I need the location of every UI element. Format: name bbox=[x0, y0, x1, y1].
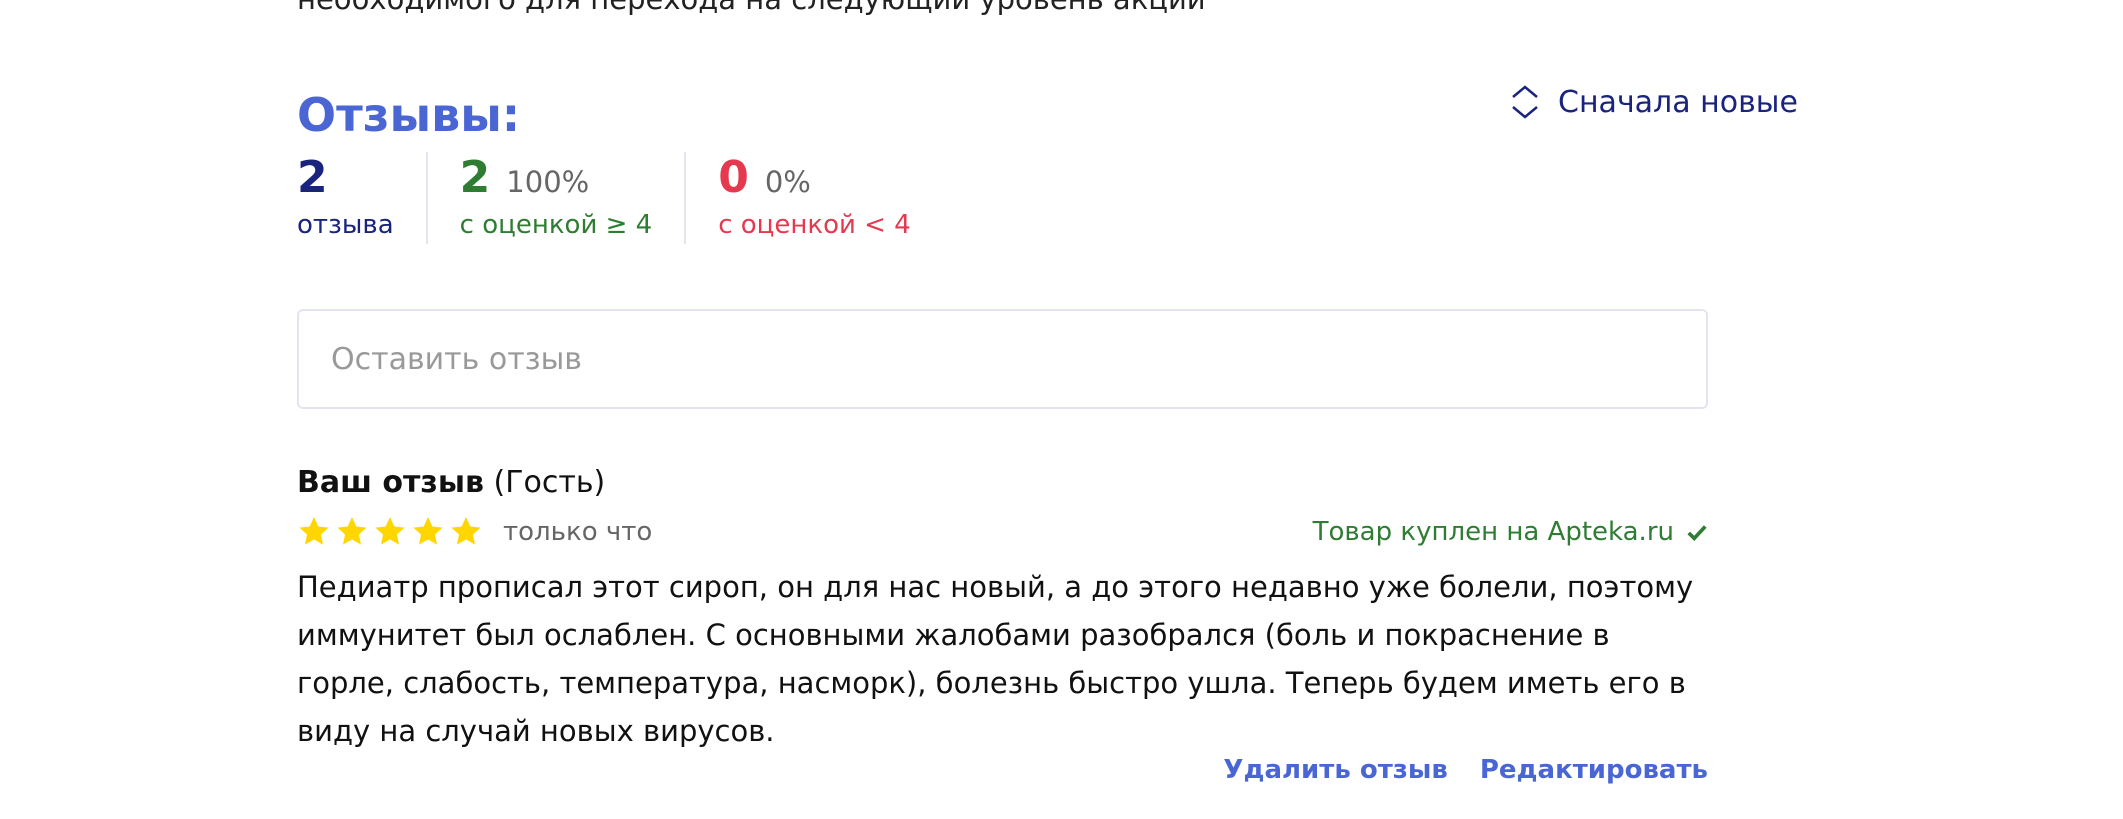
stat-total-count: 2 bbox=[297, 152, 328, 203]
sort-label: Сначала новые bbox=[1558, 84, 1798, 120]
purchase-label: Товар куплен на Apteka.ru bbox=[1312, 517, 1674, 547]
stat-bad: 0 0% с оценкой < 4 bbox=[718, 152, 943, 244]
stat-good-count: 2 bbox=[459, 152, 491, 203]
sort-arrows-icon bbox=[1510, 84, 1540, 120]
review-text: Педиатр прописал этот сироп, он для нас … bbox=[297, 570, 1694, 748]
review-title: Ваш отзыв bbox=[297, 465, 484, 500]
review-actions: Удалить отзыв Редактировать bbox=[1223, 755, 1708, 785]
review-meta: только что Товар куплен на Apteka.ru bbox=[297, 515, 1708, 549]
star-icon bbox=[451, 517, 481, 545]
stat-total-label: отзыва bbox=[297, 210, 394, 240]
review-time: только что bbox=[503, 517, 653, 547]
purchase-badge: Товар куплен на Apteka.ru bbox=[1313, 517, 1708, 547]
rating-stars bbox=[297, 515, 483, 549]
reviews-page: необходимого для перехода на следующий у… bbox=[0, 0, 2123, 819]
reviews-title: Отзывы: bbox=[297, 88, 521, 142]
star-icon bbox=[299, 517, 329, 545]
stat-good-percent: 100% bbox=[506, 165, 590, 199]
stat-bad-percent: 0% bbox=[764, 165, 811, 199]
star-icon bbox=[413, 517, 443, 545]
stat-bad-count: 0 bbox=[718, 152, 749, 203]
review-author: (Гость) bbox=[493, 465, 606, 500]
stat-good: 2 100% с оценкой ≥ 4 bbox=[460, 152, 687, 244]
star-icon bbox=[337, 517, 367, 545]
edit-review-button[interactable]: Редактировать bbox=[1480, 755, 1708, 785]
stat-total: 2 отзыва bbox=[297, 152, 428, 244]
check-icon bbox=[1687, 525, 1707, 542]
stat-good-label: с оценкой ≥ 4 bbox=[459, 210, 653, 240]
star-icon bbox=[375, 517, 405, 545]
reviews-stats: 2 отзыва 2 100% с оценкой ≥ 4 0 0% с оценк… bbox=[297, 152, 975, 244]
promo-text: необходимого для перехода на следующий у… bbox=[297, 0, 1206, 16]
sort-button[interactable]: Сначала новые bbox=[1510, 84, 1798, 120]
review-header: Ваш отзыв (Гость) bbox=[297, 465, 605, 500]
leave-review-input[interactable] bbox=[297, 309, 1708, 409]
stat-bad-label: с оценкой < 4 bbox=[718, 210, 911, 240]
delete-review-button[interactable]: Удалить отзыв bbox=[1223, 755, 1447, 785]
